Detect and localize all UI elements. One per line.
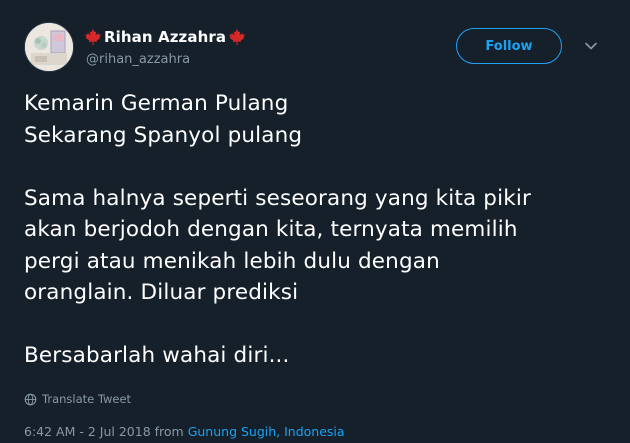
tweet-line: Sama halnya seperti seseorang yang kita … [24, 185, 531, 211]
tweet-line: Bersabarlah wahai diri... [24, 343, 290, 368]
meta-separator: - [75, 424, 88, 439]
avatar[interactable] [24, 22, 74, 72]
tweet-date[interactable]: 2 Jul 2018 [88, 424, 151, 439]
maple-leaf-icon [84, 28, 102, 46]
from-label: from [150, 424, 188, 439]
chevron-down-icon[interactable] [583, 38, 599, 54]
avatar-image [25, 23, 73, 71]
tweet-card: Rihan Azzahra @rihan_azzahra Follow Kema… [0, 0, 630, 443]
tweet-meta: 6:42 AM - 2 Jul 2018 from Gunung Sugih, … [24, 424, 345, 439]
tweet-line: Sekarang Spanyol pulang [24, 122, 303, 148]
tweet-text: Kemarin German Pulang Sekarang Spanyol p… [24, 88, 614, 372]
tweet-line: akan berjodoh dengan kita, ternyata memi… [24, 217, 518, 242]
globe-icon [24, 393, 37, 405]
tweet-location-link[interactable]: Gunung Sugih, Indonesia [188, 424, 345, 439]
tweet-line: oranglain. Diluar prediksi [24, 280, 299, 305]
tweet-time[interactable]: 6:42 AM [24, 424, 75, 439]
tweet-line: Kemarin German Pulang [24, 91, 289, 116]
author-display-name[interactable]: Rihan Azzahra [104, 28, 226, 46]
maple-leaf-icon [228, 28, 246, 46]
translate-tweet-link[interactable]: Translate Tweet [24, 392, 131, 406]
author-handle[interactable]: @rihan_azzahra [86, 52, 190, 67]
tweet-line: pergi atau menikah lebih dulu dengan [24, 248, 440, 274]
translate-label[interactable]: Translate Tweet [42, 392, 131, 406]
follow-button[interactable]: Follow [456, 28, 562, 64]
author-name-row[interactable]: Rihan Azzahra [84, 26, 246, 48]
